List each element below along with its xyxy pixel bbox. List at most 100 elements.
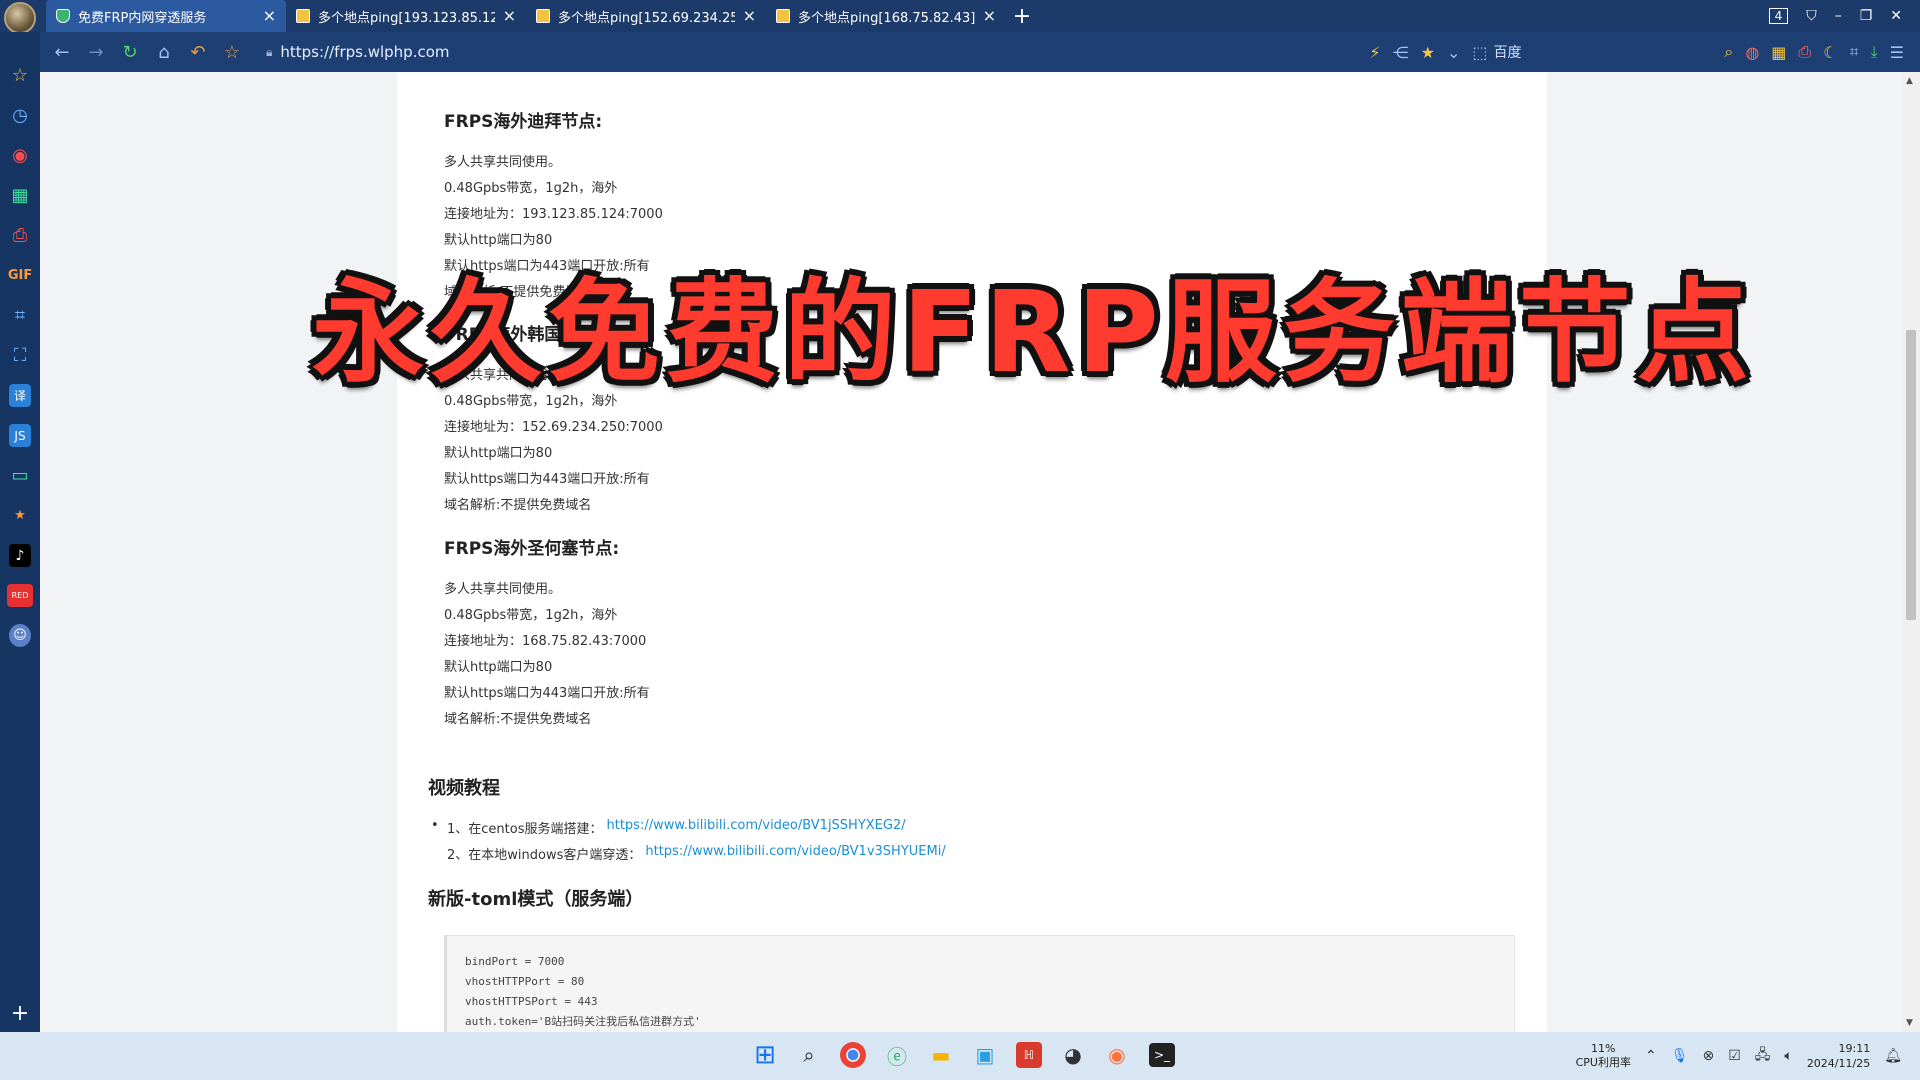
download-icon[interactable]: ⤓ bbox=[1871, 42, 1878, 62]
apps-grid-icon[interactable]: ▦ bbox=[9, 184, 31, 207]
user-avatar[interactable] bbox=[4, 2, 36, 34]
search-icon[interactable]: ⌕ bbox=[792, 1038, 826, 1072]
microphone-icon[interactable]: 🎙︎ bbox=[1671, 1048, 1689, 1064]
firefox-icon[interactable]: ◉ bbox=[1100, 1038, 1134, 1072]
cpu-usage[interactable]: 11% CPU利用率 bbox=[1576, 1042, 1631, 1070]
checkbox-icon[interactable]: ☑ bbox=[1728, 1048, 1741, 1064]
page-icon bbox=[536, 9, 550, 23]
game-app-icon[interactable]: ◕ bbox=[1056, 1038, 1090, 1072]
chat-app-icon[interactable]: ▣ bbox=[968, 1038, 1002, 1072]
search-icon[interactable]: ⌕ bbox=[1724, 42, 1733, 62]
clock-icon[interactable]: ◷ bbox=[9, 104, 31, 127]
clock[interactable]: 19:11 2024/11/25 bbox=[1807, 1041, 1870, 1071]
close-icon[interactable]: × bbox=[503, 8, 516, 24]
notification-bell-icon[interactable]: 🔔︎ bbox=[1884, 1048, 1902, 1064]
article-content: FRPS海外迪拜节点: 多人共享共同使用。 0.48Gpbs带宽，1g2h，海外… bbox=[397, 72, 1547, 1032]
tab-frp-service[interactable]: 免费FRP内网穿透服务 × bbox=[46, 0, 286, 32]
volume-icon[interactable]: 🔈︎ bbox=[1784, 1048, 1792, 1064]
gif-icon[interactable]: GIF bbox=[8, 264, 32, 287]
scroll-up-icon[interactable]: ▲ bbox=[1906, 76, 1913, 86]
chrome-icon[interactable] bbox=[840, 1042, 866, 1068]
url-text[interactable]: https://frps.wlphp.com bbox=[280, 43, 449, 61]
browser-sidebar: ☆ ◷ ◉ ▦ ⎙ GIF ⌗ ⛶ 译 JS ▭ ★ ♪ RED ☺ + bbox=[0, 32, 40, 1032]
crop-icon[interactable]: ⌗ bbox=[9, 304, 31, 327]
video-label: 2、在本地windows客户端穿透： bbox=[447, 848, 642, 863]
back-icon[interactable]: ← bbox=[52, 42, 72, 63]
forward-icon[interactable]: → bbox=[86, 42, 106, 63]
undo-icon[interactable]: ↶ bbox=[188, 42, 208, 63]
close-icon[interactable]: × bbox=[263, 8, 276, 24]
browser-window: 免费FRP内网穿透服务 × 多个地点ping[193.123.85.124]服 … bbox=[0, 0, 1920, 1080]
tab-count-badge[interactable]: 4 bbox=[1768, 8, 1789, 24]
file-explorer-icon[interactable]: ▬ bbox=[924, 1038, 958, 1072]
tab-title: 多个地点ping[168.75.82.43]服务 bbox=[798, 10, 975, 26]
restore-button[interactable]: ❐ bbox=[1860, 8, 1873, 24]
new-tab-button[interactable]: + bbox=[1006, 0, 1038, 32]
video-link[interactable]: https://www.bilibili.com/video/BV1jSSHYX… bbox=[606, 818, 905, 837]
profile-app-icon[interactable]: ☺ bbox=[9, 624, 31, 647]
night-mode-icon[interactable]: ☾ bbox=[1823, 43, 1837, 62]
cpu-label: CPU利用率 bbox=[1575, 1056, 1631, 1069]
tab-bar: 免费FRP内网穿透服务 × 多个地点ping[193.123.85.124]服 … bbox=[0, 0, 1920, 34]
chevron-down-icon[interactable]: ⌄ bbox=[1447, 43, 1460, 62]
menu-icon[interactable]: ☰ bbox=[1890, 43, 1904, 62]
pdf-icon[interactable]: ⎙ bbox=[9, 224, 31, 247]
node-line: 域名解析:不提供免费域名 bbox=[444, 498, 592, 513]
media-app-icon[interactable]: ℍ bbox=[1016, 1042, 1042, 1068]
screen-icon[interactable]: ▭ bbox=[9, 464, 31, 487]
system-tray: 11% CPU利用率 ⌃ 🎙︎ ⊗ ☑ 🖧︎ 🔈︎ 19:11 2024/11/… bbox=[1576, 1032, 1920, 1080]
browser-e-icon[interactable]: ⓔ bbox=[880, 1038, 914, 1072]
star-icon[interactable]: ☆ bbox=[9, 64, 31, 87]
list-item: • 1、在centos服务端搭建： https://www.bilibili.c… bbox=[431, 818, 906, 837]
node-line: 连接地址为：168.75.82.43:7000 bbox=[444, 634, 647, 649]
chevron-up-icon[interactable]: ⌃ bbox=[1645, 1048, 1657, 1064]
pdf-tool-icon[interactable]: ⎙ bbox=[1798, 42, 1811, 62]
extensions-icon[interactable]: ▦ bbox=[1771, 43, 1786, 62]
share-icon[interactable]: ⋲ bbox=[1393, 43, 1409, 62]
windows-taskbar: ⊞ ⌕ ⓔ ▬ ▣ ℍ ◕ ◉ >_ 11% CPU利用率 ⌃ 🎙︎ ⊗ ☑ 🖧… bbox=[0, 1032, 1920, 1080]
close-icon[interactable]: × bbox=[743, 8, 756, 24]
windows-start-icon[interactable]: ⊞ bbox=[748, 1038, 782, 1072]
address-bar[interactable]: 🔒︎ https://frps.wlphp.com bbox=[266, 43, 1266, 61]
scroll-down-icon[interactable]: ▼ bbox=[1906, 1018, 1913, 1028]
baidu-icon: ⬚ bbox=[1472, 42, 1488, 62]
search-engine-name: 百度 bbox=[1493, 45, 1522, 61]
video-link[interactable]: https://www.bilibili.com/video/BV1v3SHYU… bbox=[645, 844, 945, 863]
close-circle-icon[interactable]: ⊗ bbox=[1702, 1048, 1714, 1064]
add-sidebar-item-button[interactable]: + bbox=[11, 1001, 29, 1026]
node-line: 0.48Gpbs带宽，1g2h，海外 bbox=[444, 608, 618, 623]
node-line: 默认http端口为80 bbox=[444, 660, 553, 675]
tab-ping-3[interactable]: 多个地点ping[168.75.82.43]服务 × bbox=[766, 0, 1006, 32]
home-icon[interactable]: ⌂ bbox=[154, 42, 174, 63]
page-icon bbox=[296, 9, 310, 23]
favorite-icon[interactable]: ★ bbox=[1421, 43, 1435, 62]
minimize-button[interactable]: – bbox=[1835, 8, 1842, 24]
shirt-icon[interactable]: ⛉ bbox=[1806, 8, 1817, 24]
bookmark-star-icon[interactable]: ☆ bbox=[222, 42, 242, 63]
code-line: vhostHTTPPort = 80 bbox=[465, 975, 585, 988]
node-line: 域名解析:不提供免费域名 bbox=[444, 712, 592, 727]
translate-icon[interactable]: 译 bbox=[9, 384, 31, 407]
page-scrollbar[interactable]: ▲ ▼ bbox=[1902, 72, 1920, 1032]
navigation-bar: ← → ↻ ⌂ ↶ ☆ 🔒︎ https://frps.wlphp.com ⚡︎… bbox=[40, 32, 1920, 72]
game-app-icon[interactable]: ★ bbox=[9, 504, 31, 527]
scroll-thumb[interactable] bbox=[1906, 330, 1916, 620]
record-icon[interactable]: ◉ bbox=[9, 144, 31, 167]
crop-tool-icon[interactable]: ⌗ bbox=[1850, 42, 1859, 62]
tab-title: 多个地点ping[152.69.234.250]服 bbox=[558, 10, 735, 26]
close-icon[interactable]: × bbox=[983, 8, 996, 24]
close-window-button[interactable]: ✕ bbox=[1890, 8, 1902, 24]
adblock-icon[interactable]: ◍ bbox=[1745, 43, 1759, 62]
refresh-icon[interactable]: ↻ bbox=[120, 42, 140, 63]
ocr-icon[interactable]: ⛶ bbox=[9, 344, 31, 367]
terminal-icon[interactable]: >_ bbox=[1149, 1043, 1175, 1067]
search-engine-box[interactable]: ⬚ 百度 bbox=[1472, 38, 1712, 66]
lightning-icon[interactable]: ⚡︎ bbox=[1369, 43, 1380, 62]
xiaohongshu-icon[interactable]: RED bbox=[7, 584, 33, 607]
tab-ping-2[interactable]: 多个地点ping[152.69.234.250]服 × bbox=[526, 0, 766, 32]
page-viewport: FRPS海外迪拜节点: 多人共享共同使用。 0.48Gpbs带宽，1g2h，海外… bbox=[40, 72, 1902, 1032]
js-app-icon[interactable]: JS bbox=[9, 424, 31, 447]
tiktok-icon[interactable]: ♪ bbox=[9, 544, 31, 567]
network-icon[interactable]: 🖧︎ bbox=[1755, 1044, 1771, 1068]
tab-ping-1[interactable]: 多个地点ping[193.123.85.124]服 × bbox=[286, 0, 526, 32]
